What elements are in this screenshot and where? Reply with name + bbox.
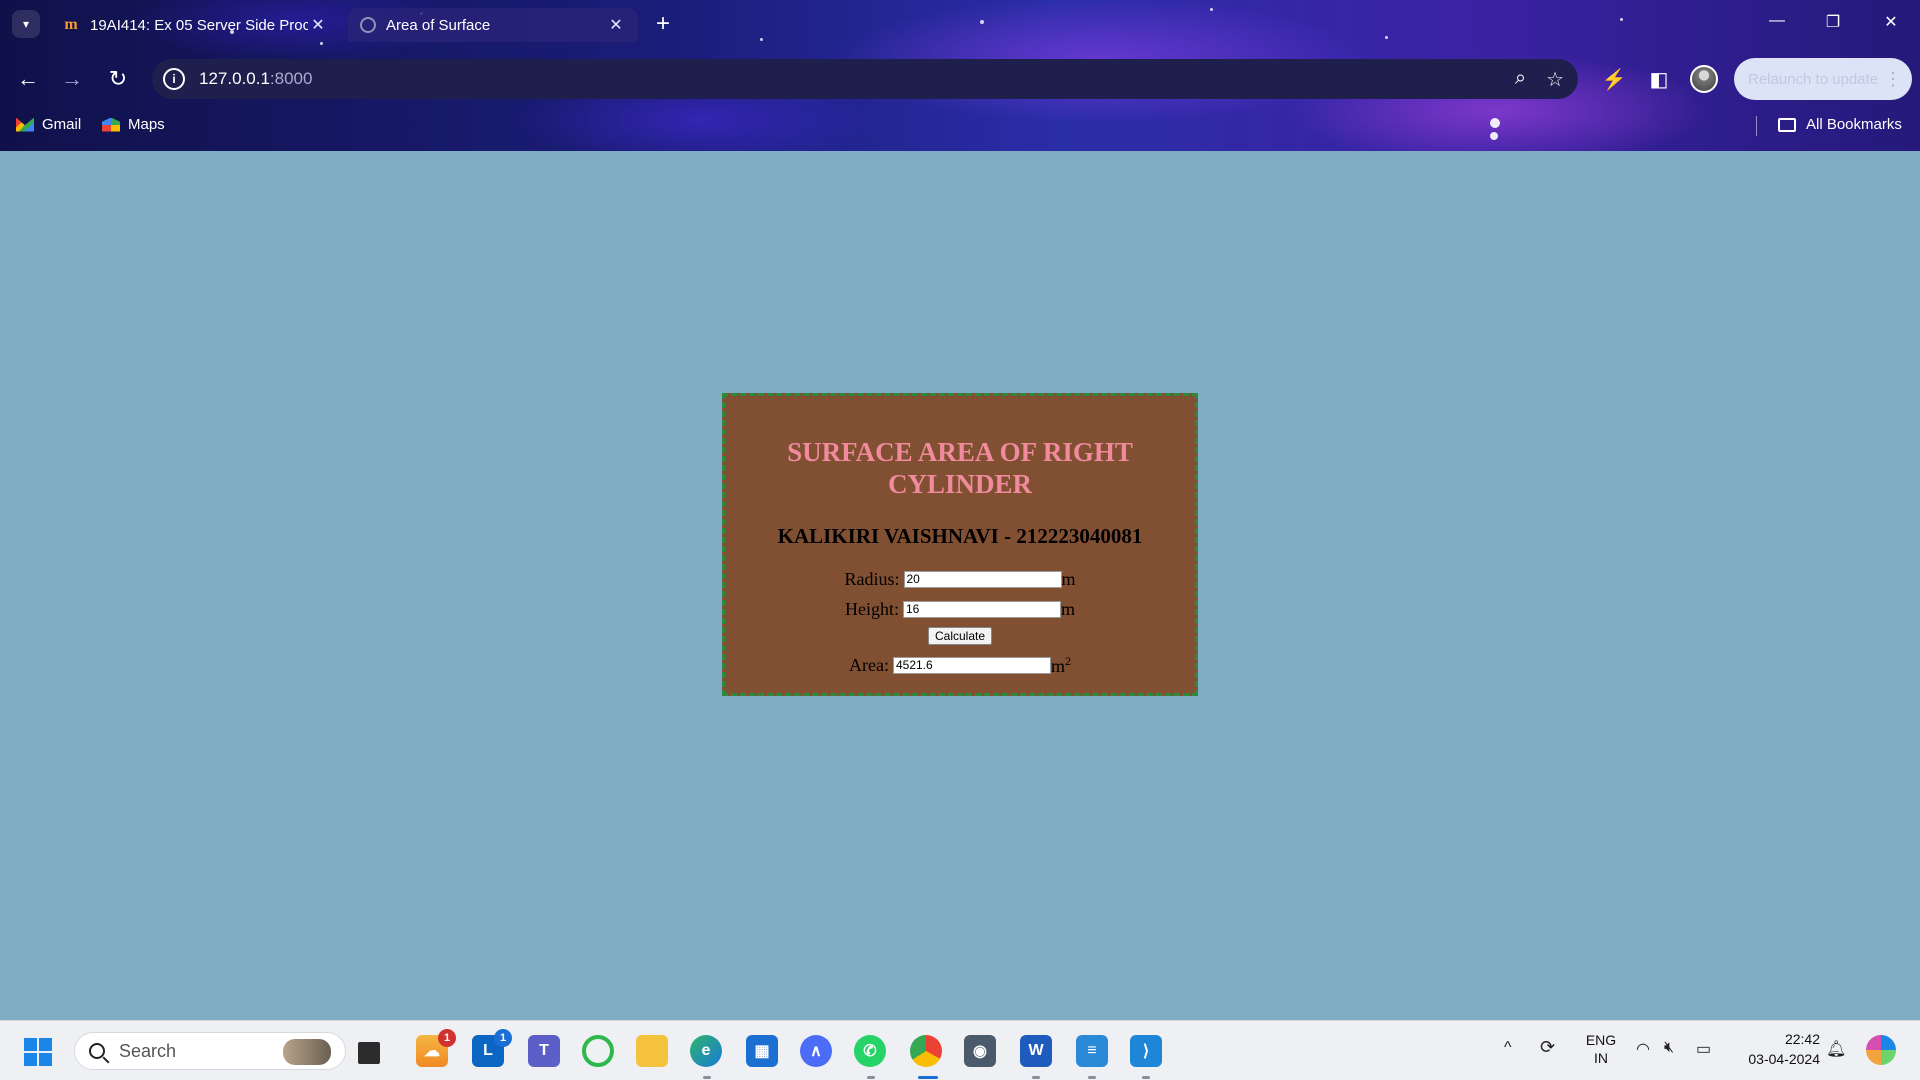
vscode-icon[interactable]: ⟩ — [1130, 1035, 1162, 1067]
clock[interactable]: 22:42 03-04-2024 — [1730, 1029, 1820, 1069]
language-indicator[interactable]: ENG IN — [1584, 1031, 1618, 1067]
teams-icon[interactable]: T — [528, 1035, 560, 1067]
search-label: Search — [119, 1040, 177, 1061]
gmail-icon — [16, 117, 34, 132]
maps-icon — [102, 117, 120, 132]
windows-start-icon[interactable] — [24, 1038, 52, 1066]
volume-muted-icon[interactable]: 🔇︎ — [1664, 1039, 1674, 1057]
notepad-icon[interactable]: ≡ — [1076, 1035, 1108, 1067]
browser-toolbar: ← → ↻ i 127.0.0.1:8000 ⌕ ☆ ⚡ ◧ Relaunch … — [0, 54, 1920, 104]
radius-unit: m — [1061, 568, 1076, 589]
page-title: SURFACE AREA OF RIGHT CYLINDER — [787, 437, 1133, 499]
tab-title: 19AI414: Ex 05 Server Side Proc — [90, 16, 308, 34]
sync-icon[interactable]: ⟳ — [1540, 1037, 1555, 1058]
word-icon[interactable]: W — [1020, 1035, 1052, 1067]
student-name: KALIKIRI VAISHNAVI - 212223040081 — [777, 524, 1143, 548]
site-info-icon[interactable]: i — [163, 68, 185, 90]
height-unit: m — [1060, 598, 1075, 619]
side-panel-icon[interactable]: ◧ — [1646, 67, 1672, 92]
folder-icon — [1778, 117, 1796, 132]
notification-bell-icon[interactable]: 🔔︎ — [1826, 1039, 1846, 1059]
whatsapp-icon[interactable]: ✆ — [854, 1035, 886, 1067]
tab-title: Area of Surface — [386, 16, 491, 34]
aws-icon[interactable]: ∧ — [800, 1035, 832, 1067]
camera-icon[interactable]: ◉ — [964, 1035, 996, 1067]
window-close-button[interactable]: ✕ — [1876, 12, 1906, 32]
area-label: Area: — [849, 654, 889, 675]
tab-search-button[interactable]: ▾ — [12, 10, 40, 38]
search-icon — [89, 1043, 105, 1059]
tab-ex05[interactable]: m 19AI414: Ex 05 Server Side Proc ✕ — [50, 8, 340, 42]
area-unit: m2 — [1050, 653, 1071, 676]
all-bookmarks-label: All Bookmarks — [1806, 116, 1902, 133]
all-bookmarks-button[interactable]: All Bookmarks — [1778, 116, 1902, 133]
search-highlight-image — [283, 1039, 331, 1065]
height-input[interactable] — [902, 600, 1061, 618]
taskbar: Search ☁ 1 L1 T e ▦ ∧ ✆ ◉ W ≡ ⟩ ^ ⟳ ENG I… — [0, 1020, 1920, 1080]
radius-input[interactable] — [903, 570, 1062, 588]
calculator-card: SURFACE AREA OF RIGHT CYLINDER KALIKIRI … — [722, 393, 1198, 696]
wifi-icon[interactable]: ◠ — [1636, 1039, 1650, 1059]
zoom-icon[interactable]: ⌕ — [1515, 67, 1526, 92]
running-indicator — [703, 1076, 711, 1079]
reload-button[interactable]: ↻ — [104, 66, 132, 92]
browser-chrome: ▾ m 19AI414: Ex 05 Server Side Proc ✕ Ar… — [0, 0, 1920, 151]
copilot-icon[interactable] — [1866, 1035, 1896, 1065]
linkedin-icon[interactable]: L1 — [472, 1029, 512, 1067]
back-button[interactable]: ← — [14, 66, 42, 92]
minimize-button[interactable]: — — [1762, 12, 1792, 30]
relaunch-button[interactable]: Relaunch to update ⋮ — [1734, 58, 1912, 100]
calculate-button[interactable]: Calculate — [927, 627, 993, 645]
radius-row: Radius: m — [725, 567, 1195, 591]
show-hidden-icons-icon[interactable]: ^ — [1504, 1039, 1512, 1057]
running-indicator — [867, 1076, 875, 1079]
address-bar[interactable]: i 127.0.0.1:8000 ⌕ ☆ — [152, 59, 1578, 99]
running-indicator — [1032, 1076, 1040, 1079]
area-row: Area: m2 — [725, 653, 1195, 677]
restore-button[interactable]: ❐ — [1818, 12, 1848, 32]
height-label: Height: — [844, 598, 899, 619]
globe-favicon-icon — [360, 17, 376, 33]
chrome-icon[interactable] — [910, 1035, 942, 1067]
weather-icon[interactable]: ☁ 1 — [416, 1029, 456, 1067]
url-text: 127.0.0.1:8000 — [199, 69, 313, 88]
bookmarks-divider — [1756, 116, 1757, 136]
bookmark-label: Gmail — [42, 116, 82, 133]
taskbar-search[interactable]: Search — [74, 1032, 346, 1070]
battery-icon[interactable]: ▭ — [1696, 1039, 1711, 1059]
bookmarks-bar: Gmail Maps All Bookmarks — [0, 112, 1920, 140]
bookmark-label: Maps — [128, 116, 165, 133]
height-row: Height: m — [725, 597, 1195, 621]
menu-dots-icon[interactable]: ⋮ — [1884, 69, 1902, 90]
edge-icon[interactable]: e — [690, 1035, 722, 1067]
forward-button[interactable]: → — [58, 66, 86, 92]
tab-area-of-surface[interactable]: Area of Surface ✕ — [348, 8, 638, 42]
close-tab-icon[interactable]: ✕ — [308, 15, 328, 35]
moodle-favicon-icon: m — [64, 16, 78, 33]
bookmark-star-icon[interactable]: ☆ — [1546, 67, 1564, 92]
green-ring-app-icon[interactable] — [582, 1035, 614, 1067]
new-tab-button[interactable]: + — [652, 12, 674, 36]
bookmark-gmail[interactable]: Gmail — [16, 116, 81, 133]
close-tab-icon[interactable]: ✕ — [606, 15, 626, 35]
task-view-icon[interactable] — [358, 1042, 380, 1064]
relaunch-label: Relaunch to update — [1748, 70, 1879, 88]
file-explorer-icon[interactable] — [636, 1035, 668, 1067]
radius-label: Radius: — [844, 568, 900, 589]
running-indicator — [1142, 1076, 1150, 1079]
store-icon[interactable]: ▦ — [746, 1035, 778, 1067]
running-indicator — [1088, 1076, 1096, 1079]
tab-strip: ▾ m 19AI414: Ex 05 Server Side Proc ✕ Ar… — [0, 0, 1920, 50]
active-indicator — [918, 1076, 938, 1079]
profile-avatar[interactable] — [1690, 65, 1718, 93]
bookmark-maps[interactable]: Maps — [102, 116, 165, 133]
area-output[interactable] — [892, 656, 1051, 674]
performance-icon[interactable]: ⚡ — [1601, 67, 1627, 92]
